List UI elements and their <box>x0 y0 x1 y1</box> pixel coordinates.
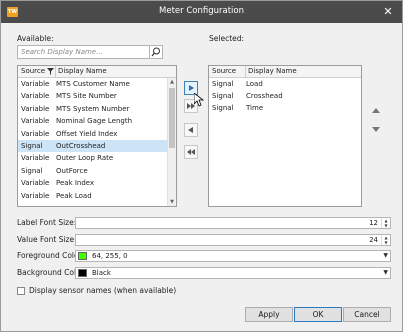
source-cell: Variable <box>21 117 50 126</box>
source-cell: Signal <box>21 142 43 150</box>
background-color-value: Black <box>92 269 111 277</box>
arrow-up-icon <box>372 108 380 113</box>
list-item[interactable]: Signal Load <box>209 78 361 90</box>
title-bar: TW Meter Configuration ✕ <box>1 1 402 23</box>
list-item[interactable]: Variable MTS Customer Name <box>18 78 176 90</box>
source-cell: Variable <box>21 191 50 200</box>
column-header-display-name[interactable]: Display Name <box>248 67 297 75</box>
available-list-header: Source Display Name <box>18 66 176 78</box>
display-sensor-names-checkbox[interactable] <box>17 287 25 295</box>
value-font-size-value: 24 <box>369 236 378 244</box>
close-icon[interactable]: ✕ <box>380 4 396 20</box>
source-cell: Signal <box>212 92 234 100</box>
available-list[interactable]: Source Display Name Variable MTS Customer… <box>17 65 177 207</box>
selected-list-header: Source Display Name <box>209 66 361 78</box>
foreground-color-value: 64, 255, 0 <box>92 252 128 260</box>
source-cell: Signal <box>212 104 234 112</box>
display-name-cell: OutCrosshead <box>56 142 106 150</box>
window-title: Meter Configuration <box>159 6 244 16</box>
source-cell: Variable <box>21 92 50 101</box>
spinner-arrows-icon[interactable]: ▲ ▼ <box>381 218 390 228</box>
display-name-cell: Outer Loop Rate <box>56 154 114 163</box>
search-button[interactable] <box>149 45 163 59</box>
list-item[interactable]: Signal OutForce <box>18 165 176 177</box>
source-cell: Variable <box>21 179 50 188</box>
column-header-display-name[interactable]: Display Name <box>58 67 107 75</box>
display-name-cell: MTS Site Number <box>56 92 117 101</box>
cancel-button[interactable]: Cancel <box>343 307 391 322</box>
list-item[interactable]: Signal Time <box>209 102 361 114</box>
scroll-thumb[interactable] <box>169 88 175 148</box>
background-color-select[interactable]: Black ▼ <box>75 267 391 279</box>
display-name-cell: OutForce <box>56 166 88 175</box>
mouse-cursor-icon <box>194 93 204 107</box>
search-input[interactable]: Search Display Name... <box>17 45 163 59</box>
source-cell: Variable <box>21 154 50 163</box>
list-item[interactable]: Variable Nominal Gage Length <box>18 115 176 127</box>
display-name-cell: Nominal Gage Length <box>56 117 133 126</box>
move-up-button[interactable] <box>370 105 384 119</box>
scroll-up-icon[interactable]: ▲ <box>168 78 176 86</box>
remove-selected-button[interactable] <box>184 123 198 137</box>
display-name-cell: Peak Index <box>56 179 95 188</box>
list-item[interactable]: Signal Crosshead <box>209 90 361 102</box>
available-label: Available: <box>17 34 54 43</box>
foreground-color-swatch <box>78 252 87 260</box>
display-name-cell: Load <box>246 80 263 88</box>
display-name-cell: Peak Load <box>56 191 92 200</box>
scroll-down-icon[interactable]: ▼ <box>168 198 176 206</box>
list-item[interactable]: Variable Outer Loop Rate <box>18 152 176 164</box>
double-arrow-left-icon <box>187 149 195 155</box>
apply-button[interactable]: Apply <box>245 307 293 322</box>
source-cell: Variable <box>21 80 50 88</box>
display-name-cell: Crosshead <box>246 92 283 100</box>
label-font-size-label: Label Font Size: <box>17 218 77 227</box>
background-color-swatch <box>78 269 87 277</box>
ok-button[interactable]: OK <box>294 307 342 322</box>
remove-all-button[interactable] <box>184 145 198 159</box>
list-item[interactable]: Variable MTS Site Number <box>18 90 176 102</box>
arrow-down-icon <box>372 127 380 132</box>
display-sensor-names-label: Display sensor names (when available) <box>29 286 177 295</box>
value-font-size-stepper[interactable]: 24 ▲ ▼ <box>75 234 391 246</box>
display-name-cell: MTS Customer Name <box>56 80 130 88</box>
list-item[interactable]: Variable Offset Yield Index <box>18 128 176 140</box>
display-name-cell: Offset Yield Index <box>56 129 118 138</box>
selected-label: Selected: <box>209 34 245 43</box>
meter-configuration-dialog: TW Meter Configuration ✕ Available: Sear… <box>0 0 403 332</box>
chevron-down-icon[interactable]: ▼ <box>383 268 388 278</box>
list-item[interactable]: Variable Peak Load <box>18 190 176 202</box>
spinner-arrows-icon[interactable]: ▲ ▼ <box>381 235 390 245</box>
foreground-color-select[interactable]: 64, 255, 0 ▼ <box>75 250 391 262</box>
source-cell: Signal <box>212 80 234 88</box>
selected-list[interactable]: Source Display Name Signal Load Signal Cros… <box>208 65 362 207</box>
available-scrollbar[interactable]: ▲ ▼ <box>167 78 176 206</box>
label-font-size-stepper[interactable]: 12 ▲ ▼ <box>75 217 391 229</box>
chevron-down-icon[interactable]: ▼ <box>383 251 388 261</box>
value-font-size-label: Value Font Size: <box>17 235 77 244</box>
column-header-source[interactable]: Source <box>21 67 45 75</box>
source-cell: Variable <box>21 104 50 113</box>
display-name-cell: Time <box>246 104 264 112</box>
search-icon <box>151 47 160 57</box>
list-item[interactable]: Signal OutCrosshead <box>18 140 176 152</box>
list-item[interactable]: Variable Peak Index <box>18 177 176 189</box>
source-cell: Variable <box>21 129 50 138</box>
source-cell: Signal <box>21 166 43 175</box>
label-font-size-value: 12 <box>369 219 378 227</box>
move-down-button[interactable] <box>370 123 384 137</box>
list-item[interactable]: Variable MTS System Number <box>18 103 176 115</box>
column-header-source[interactable]: Source <box>212 67 236 75</box>
arrow-left-icon <box>188 127 193 133</box>
filter-icon[interactable] <box>47 68 54 77</box>
display-name-cell: MTS System Number <box>56 104 130 113</box>
